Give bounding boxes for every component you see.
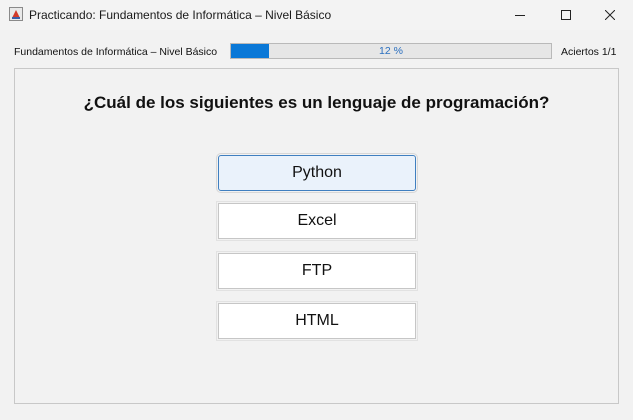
close-icon bbox=[605, 10, 615, 20]
maximize-icon bbox=[561, 10, 571, 20]
minimize-button[interactable] bbox=[497, 0, 543, 30]
option-button-ftp[interactable]: FTP bbox=[216, 251, 418, 291]
quiz-content: Fundamentos de Informática – Nivel Básic… bbox=[0, 30, 633, 420]
question-panel: ¿Cuál de los siguientes es un lenguaje d… bbox=[14, 68, 619, 404]
title-bar: Practicando: Fundamentos de Informática … bbox=[0, 0, 633, 30]
window-title: Practicando: Fundamentos de Informática … bbox=[29, 8, 332, 22]
maximize-button[interactable] bbox=[543, 0, 589, 30]
java-cup-icon bbox=[9, 7, 23, 21]
option-button-python[interactable]: Python bbox=[216, 153, 418, 193]
close-button[interactable] bbox=[587, 0, 633, 30]
question-text: ¿Cuál de los siguientes es un lenguaje d… bbox=[83, 93, 550, 112]
progress-bar: 12 % bbox=[230, 43, 552, 59]
score-label: Aciertos 1/1 bbox=[561, 46, 617, 58]
option-button-excel[interactable]: Excel bbox=[216, 201, 418, 241]
minimize-icon bbox=[515, 15, 525, 16]
option-button-html[interactable]: HTML bbox=[216, 301, 418, 341]
progress-label: Fundamentos de Informática – Nivel Básic… bbox=[14, 46, 218, 58]
progress-percent-text: 12 % bbox=[379, 45, 403, 57]
